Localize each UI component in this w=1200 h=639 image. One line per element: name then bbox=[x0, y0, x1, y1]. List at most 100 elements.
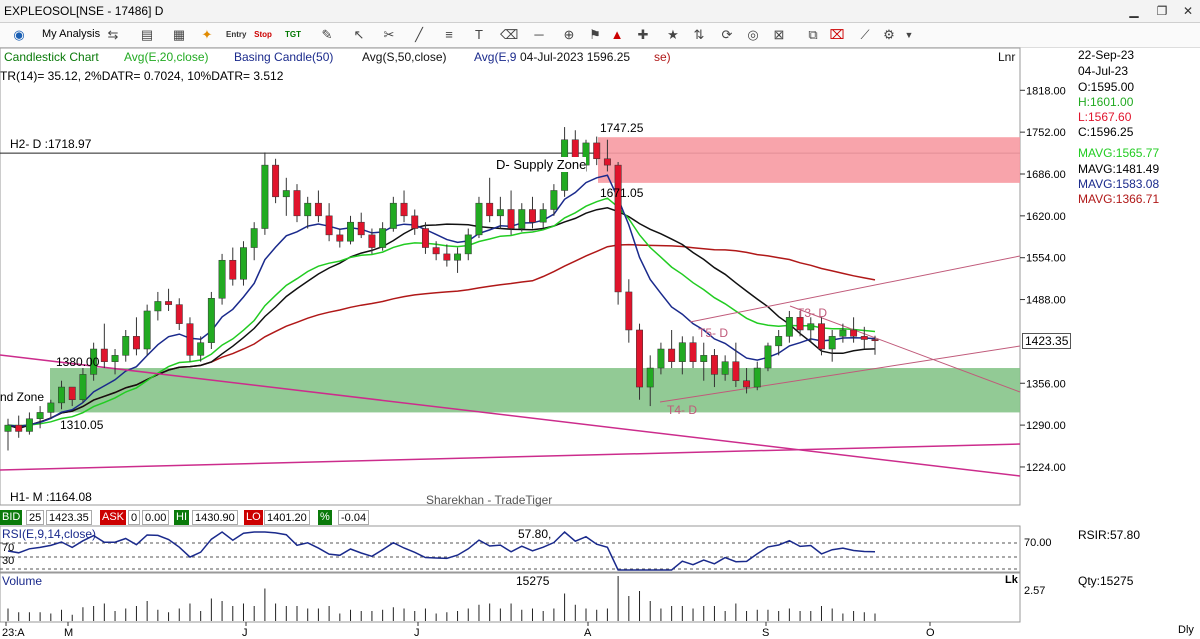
candle-body bbox=[15, 424, 23, 432]
candle-body bbox=[58, 386, 65, 404]
candle-body bbox=[400, 202, 408, 217]
bid-qty: 25 bbox=[26, 510, 45, 525]
candle-body bbox=[753, 367, 761, 388]
rsi-level-70: 70 bbox=[2, 542, 15, 554]
candle-body bbox=[657, 348, 665, 369]
volume-label[interactable]: Volume bbox=[2, 574, 42, 588]
candle-body bbox=[293, 190, 301, 217]
candle-body bbox=[25, 418, 33, 432]
candle-body bbox=[700, 355, 708, 362]
axis-tick-label: 1686.00 bbox=[1026, 169, 1066, 181]
lo-price: 1401.20 bbox=[264, 510, 310, 525]
side-close: C:1596.25 bbox=[1078, 125, 1134, 139]
price-chart[interactable]: 1818.00 1752.00 1686.00 1620.00 1554.00 1488.… bbox=[0, 0, 1200, 639]
price-frame bbox=[0, 47, 1021, 506]
candle-body bbox=[389, 202, 397, 229]
t3-label: T3- D bbox=[797, 306, 827, 320]
candle-body bbox=[68, 386, 76, 400]
supply-zone bbox=[598, 137, 1020, 183]
candle-body bbox=[603, 158, 611, 166]
ask-qty: 0 bbox=[128, 510, 141, 525]
candle-body bbox=[839, 329, 847, 337]
candle-body bbox=[625, 291, 633, 331]
candle-body bbox=[454, 253, 462, 261]
candle-body bbox=[336, 234, 344, 242]
rsi-level-30: 30 bbox=[2, 555, 15, 567]
candle-body bbox=[443, 253, 451, 261]
hi-price: 1430.90 bbox=[192, 510, 238, 525]
candle-body bbox=[411, 215, 419, 229]
sub-panels: 23:A M J J A S O bbox=[0, 525, 1021, 639]
candle-body bbox=[282, 190, 290, 198]
side-mavg-1: MAVG:1565.77 bbox=[1078, 146, 1160, 160]
candle-body bbox=[764, 345, 772, 369]
rsi-label[interactable]: RSI(E,9,14,close) bbox=[2, 527, 96, 541]
candle-body bbox=[464, 234, 472, 255]
lock-link[interactable]: Lk bbox=[1005, 574, 1018, 586]
interval-button[interactable]: Dly bbox=[1178, 624, 1194, 636]
x-tick-label: O bbox=[926, 627, 935, 639]
h1-level-label: H1- M :1164.08 bbox=[10, 490, 92, 504]
candle-body bbox=[272, 164, 280, 198]
candle-body bbox=[646, 367, 654, 388]
axis-tick-label: 1752.00 bbox=[1026, 127, 1066, 139]
rsi-axis-70: 70.00 bbox=[1024, 537, 1052, 549]
candle-body bbox=[186, 323, 194, 356]
candle-body bbox=[347, 221, 354, 242]
volume-frame bbox=[0, 572, 1021, 623]
candle-body bbox=[79, 374, 87, 400]
trendline-up bbox=[0, 443, 1021, 471]
side-rsir: RSIR:57.80 bbox=[1078, 528, 1141, 542]
axis-tick-label: 1554.00 bbox=[1026, 253, 1066, 265]
x-tick-label: A bbox=[584, 627, 592, 639]
side-mavg-4: MAVG:1366.71 bbox=[1078, 192, 1160, 206]
volume-value: 15275 bbox=[516, 574, 550, 588]
side-qty: Qty:15275 bbox=[1078, 574, 1134, 588]
candle-body bbox=[732, 361, 740, 381]
candle-body bbox=[421, 228, 429, 248]
demand-zone bbox=[50, 368, 1020, 413]
candle-body bbox=[197, 342, 205, 356]
side-open: O:1595.00 bbox=[1078, 80, 1135, 94]
candle-body bbox=[122, 336, 130, 356]
hi-label: HI bbox=[174, 510, 189, 525]
lo-label: LO bbox=[244, 510, 263, 525]
volume-axis: 2.57 bbox=[1024, 585, 1046, 597]
candle-body bbox=[368, 234, 376, 248]
last-price-tag: 1423.35 bbox=[1022, 333, 1072, 349]
candle-body bbox=[4, 424, 12, 432]
candle-body bbox=[207, 298, 215, 343]
candle-body bbox=[636, 329, 643, 388]
candle-body bbox=[743, 380, 751, 388]
zone-top-label: 1380.00 bbox=[56, 355, 100, 369]
candle-body bbox=[807, 323, 815, 331]
side-mavg-2: MAVG:1481.49 bbox=[1078, 162, 1160, 176]
candle-body bbox=[507, 209, 515, 229]
pct-label: % bbox=[318, 510, 332, 525]
side-date-1: 22-Sep-23 bbox=[1078, 48, 1135, 62]
side-low: L:1567.60 bbox=[1078, 110, 1132, 124]
candle-body bbox=[529, 209, 536, 223]
ask-label: ASK bbox=[100, 510, 127, 525]
candle-body bbox=[36, 412, 44, 420]
candle-body bbox=[818, 323, 825, 350]
candle-body bbox=[432, 247, 440, 255]
candle-body bbox=[775, 336, 783, 347]
axis-tick-label: 1290.00 bbox=[1026, 420, 1066, 432]
candle-body bbox=[518, 209, 526, 229]
candle-body bbox=[229, 259, 237, 280]
pct-change: -0.04 bbox=[338, 510, 370, 525]
bid-label: BID bbox=[0, 510, 23, 525]
chart-frame bbox=[0, 47, 1021, 506]
x-tick-label: S bbox=[762, 627, 769, 639]
supply-zone-label: D- Supply Zone bbox=[496, 157, 587, 172]
high-price-label: 1747.25 bbox=[600, 121, 644, 135]
side-high: H:1601.00 bbox=[1078, 95, 1134, 109]
h2-level-label: H2- D :1718.97 bbox=[10, 137, 92, 151]
candle-body bbox=[710, 355, 718, 375]
x-tick-label: J bbox=[414, 627, 420, 639]
axis-tick-label: 1224.00 bbox=[1026, 462, 1066, 474]
side-mavg-3: MAVG:1583.08 bbox=[1078, 177, 1160, 191]
candle-body bbox=[486, 202, 494, 217]
candle-body bbox=[614, 164, 622, 293]
